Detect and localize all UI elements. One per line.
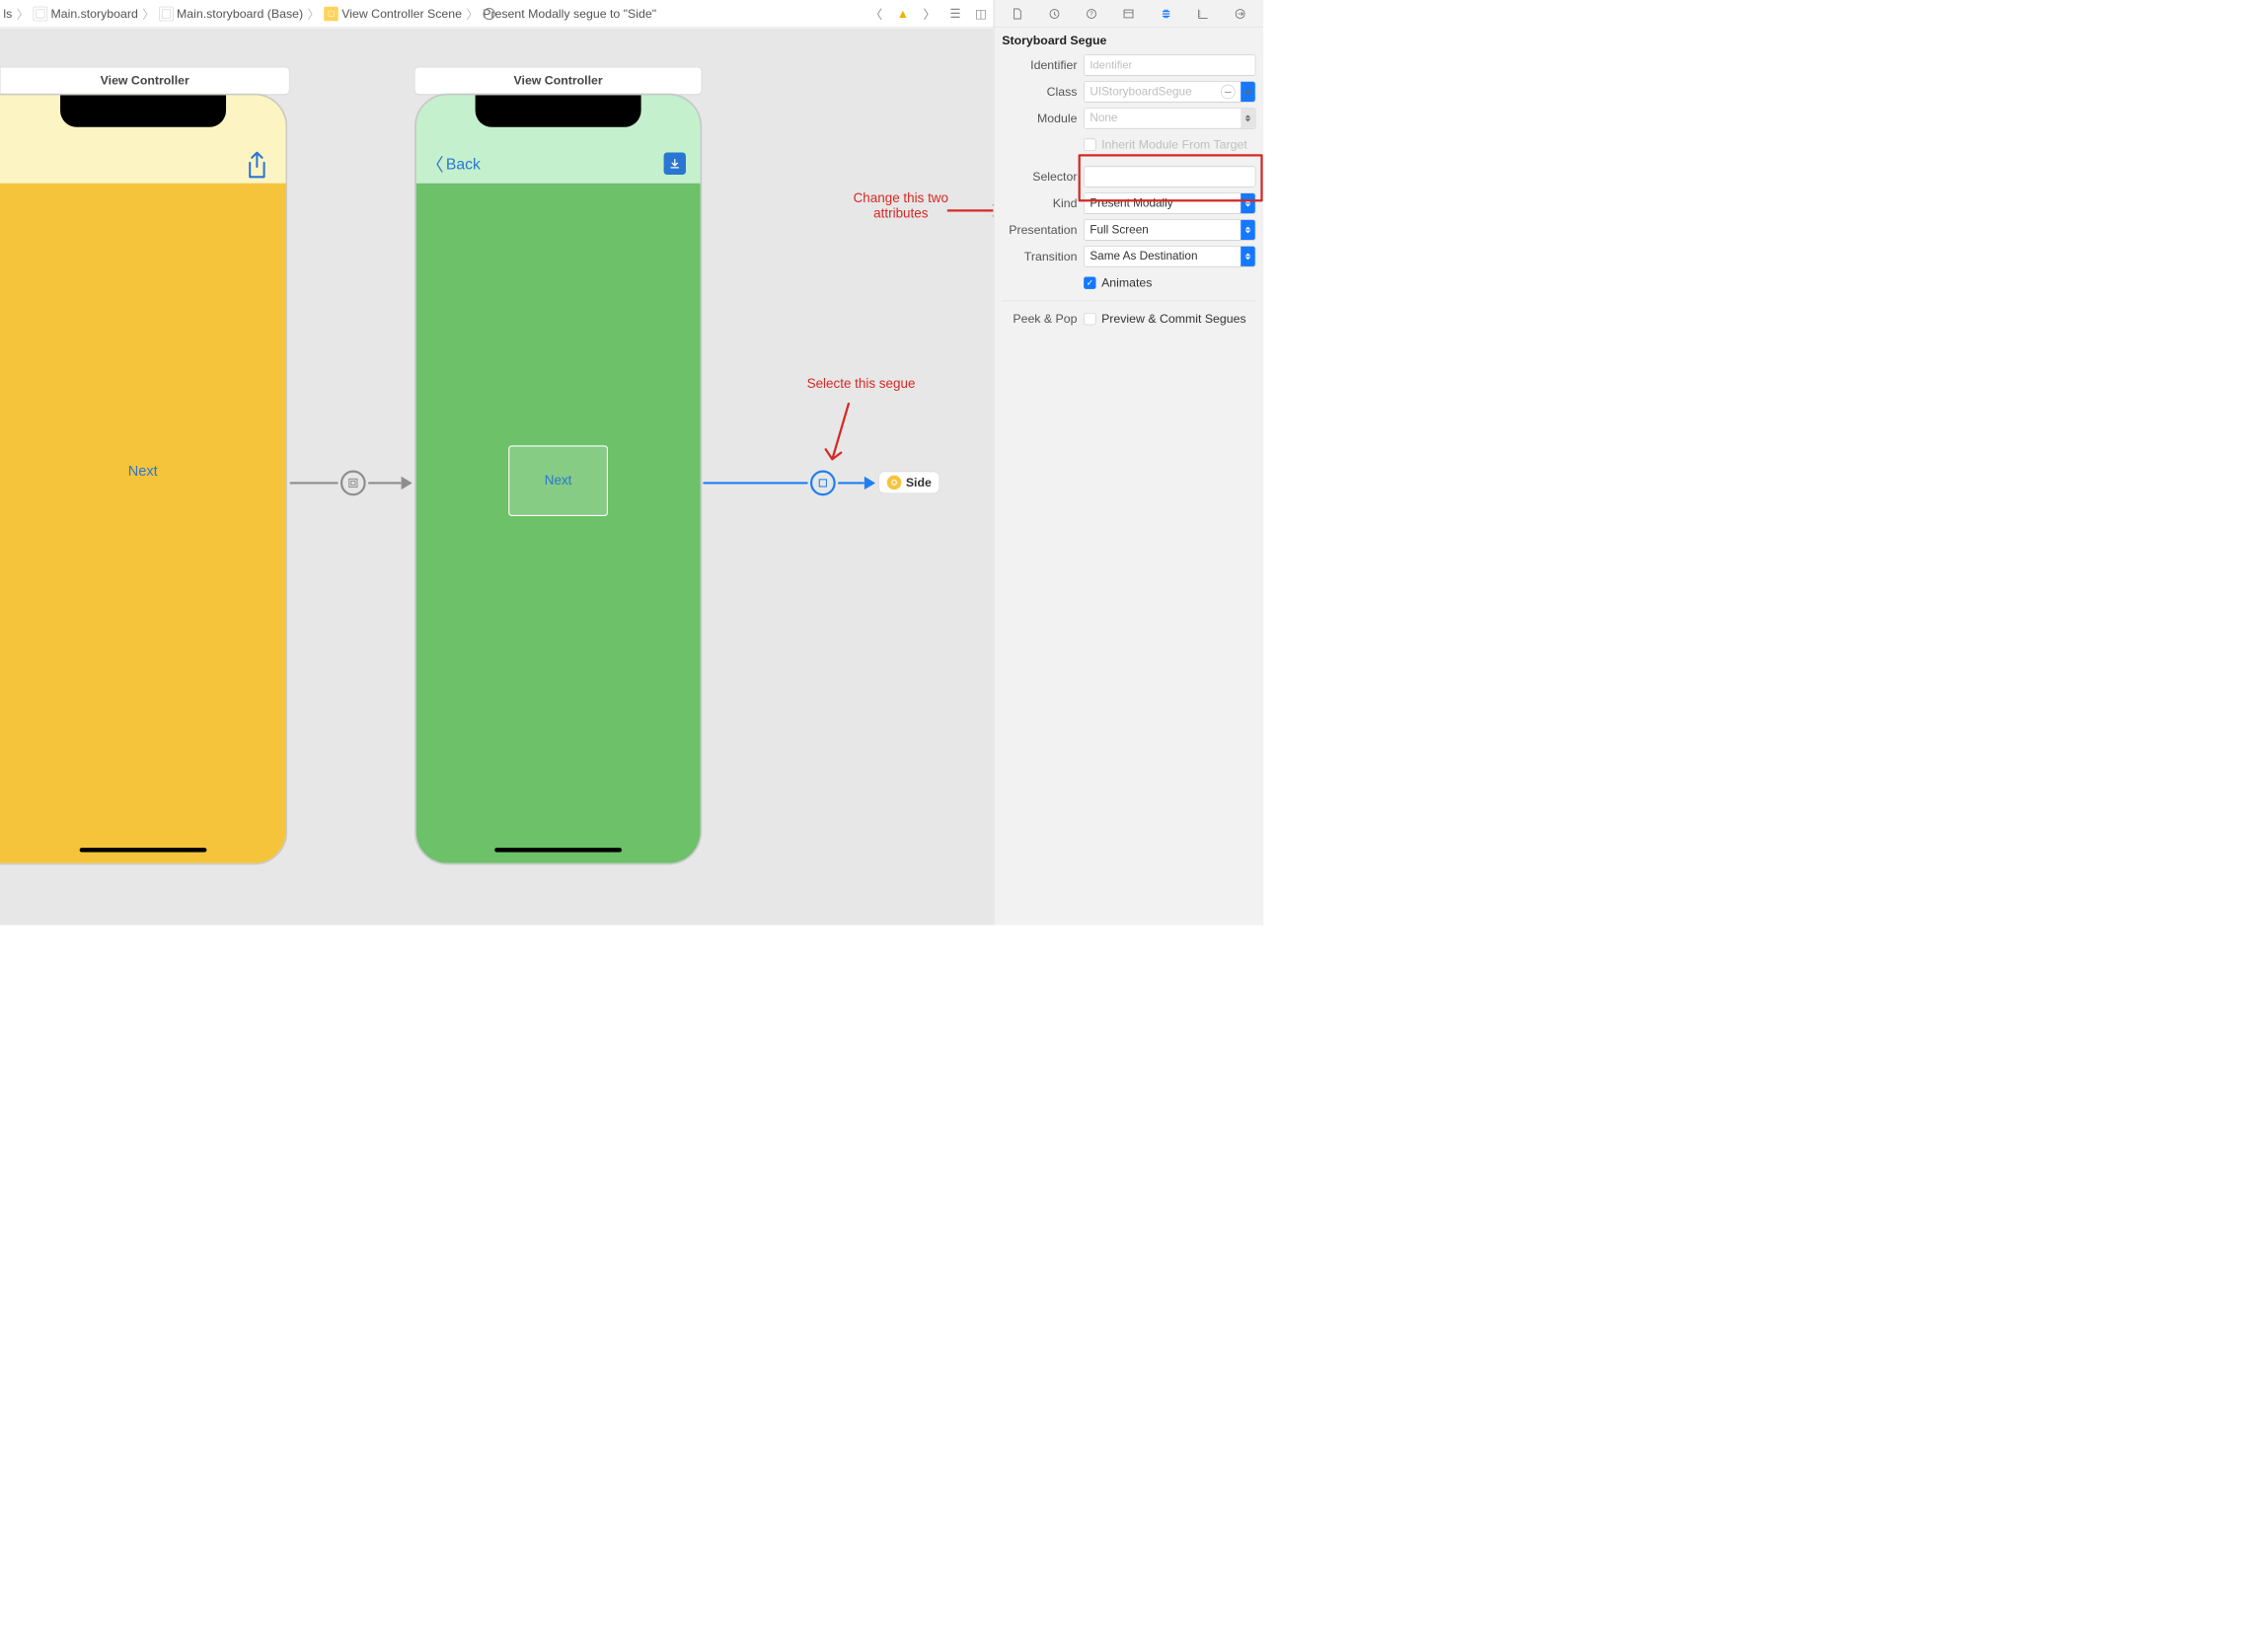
share-icon[interactable] — [245, 150, 269, 181]
breadcrumb[interactable]: Present Modally segue to "Side" — [483, 6, 656, 21]
size-inspector-tab[interactable] — [1191, 1, 1216, 26]
animates-label: Animates — [1101, 275, 1152, 290]
inherit-module-checkbox[interactable] — [1084, 139, 1095, 151]
breadcrumb[interactable]: ls — [3, 6, 12, 21]
peek-pop-option-label: Preview & Commit Segues — [1101, 312, 1246, 327]
svg-text:?: ? — [1090, 11, 1093, 18]
segue-connector[interactable] — [289, 471, 412, 496]
chevron-right-icon: 〉 — [141, 5, 156, 23]
presentation-select[interactable]: Full Screen — [1084, 219, 1255, 240]
selector-label: Selector — [1002, 170, 1084, 185]
device-notch — [60, 95, 226, 126]
storyboard-reference-icon — [887, 476, 902, 490]
class-select[interactable]: UIStoryboardSegue – — [1084, 81, 1255, 102]
inspector-panel: ? Storyboard Segue Identifier — [994, 0, 1263, 925]
outline-toggle-button[interactable]: ☰ — [946, 4, 964, 23]
annotation-arrow — [822, 399, 866, 476]
breadcrumb[interactable]: Main.storyboard — [34, 6, 138, 21]
kind-select[interactable]: Present Modally — [1084, 192, 1255, 213]
device-notch — [476, 95, 641, 126]
warning-icon[interactable]: ▲ — [893, 4, 912, 23]
chevron-right-icon: 〉 — [465, 5, 480, 23]
breadcrumb[interactable]: Main.storyboard (Base) — [159, 6, 303, 21]
breadcrumb[interactable]: ▢ View Controller Scene — [324, 6, 462, 21]
nav-forward-button[interactable]: 〉 — [920, 3, 939, 25]
identifier-label: Identifier — [1002, 58, 1084, 73]
module-select[interactable]: None — [1084, 108, 1255, 128]
scene-title-label: View Controller — [514, 73, 603, 88]
selector-field[interactable] — [1084, 167, 1255, 188]
next-button[interactable]: Next — [128, 462, 158, 479]
view-controller-preview[interactable]: Next — [0, 94, 287, 865]
segue-kind-icon — [340, 471, 366, 496]
module-label: Module — [1002, 112, 1084, 126]
history-inspector-tab[interactable] — [1042, 1, 1067, 26]
class-label: Class — [1002, 85, 1084, 100]
nav-back-button[interactable]: 〈 — [866, 3, 885, 25]
identifier-field[interactable] — [1084, 54, 1255, 75]
scene-icon: ▢ — [324, 6, 338, 21]
transition-select[interactable]: Same As Destination — [1084, 246, 1255, 266]
annotation-text: Selecte this segue — [807, 376, 916, 392]
container-view-button[interactable]: Next — [508, 445, 608, 516]
kind-label: Kind — [1002, 196, 1084, 211]
scene-title-bar[interactable]: View Controller — [0, 67, 289, 95]
path-bar: ls 〉 Main.storyboard 〉 Main.storyboard (… — [0, 0, 993, 28]
inspector-section-title: Storyboard Segue — [994, 28, 1263, 53]
scene-title-label: View Controller — [101, 73, 189, 88]
download-icon[interactable] — [664, 153, 686, 175]
animates-checkbox[interactable] — [1084, 277, 1095, 289]
connections-inspector-tab[interactable] — [1229, 1, 1253, 26]
assistant-toggle-button[interactable]: ◫ — [972, 4, 990, 23]
home-indicator — [79, 848, 206, 852]
attributes-inspector-tab[interactable] — [1154, 1, 1178, 26]
clear-class-button[interactable]: – — [1221, 85, 1236, 100]
transition-label: Transition — [1002, 250, 1084, 264]
view-controller-preview[interactable]: 〈 Back Next — [414, 94, 702, 865]
inherit-module-label: Inherit Module From Target — [1101, 137, 1247, 152]
help-inspector-tab[interactable]: ? — [1080, 1, 1104, 26]
storyboard-file-icon — [159, 6, 174, 21]
home-indicator — [494, 848, 622, 852]
identity-inspector-tab[interactable] — [1116, 1, 1141, 26]
scene-reference-chip[interactable]: Side — [878, 472, 940, 493]
chevron-left-icon: 〈 — [426, 151, 444, 177]
peek-pop-label: Peek & Pop — [1002, 312, 1084, 327]
back-button[interactable]: 〈 Back — [426, 151, 481, 177]
file-inspector-tab[interactable] — [1005, 1, 1029, 26]
inspector-tab-bar: ? — [994, 0, 1263, 28]
segue-icon — [483, 8, 494, 20]
chevron-right-icon: 〉 — [16, 5, 31, 23]
scene-title-bar[interactable]: View Controller — [414, 67, 702, 95]
storyboard-file-icon — [34, 6, 48, 21]
presentation-label: Presentation — [1002, 223, 1084, 238]
chevron-right-icon: 〉 — [306, 5, 321, 23]
peek-pop-checkbox[interactable] — [1084, 313, 1095, 325]
storyboard-canvas[interactable]: View Controller View Controller Next — [0, 28, 993, 925]
annotation-arrow — [945, 199, 994, 221]
